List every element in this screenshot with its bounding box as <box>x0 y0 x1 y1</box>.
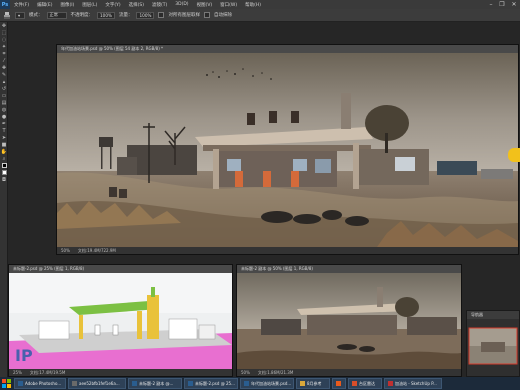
opacity-field[interactable]: 100% <box>97 11 115 19</box>
watermark-logo: IP <box>15 346 33 365</box>
sketch-document-tab[interactable]: 未标题-2.psd @ 25% (图层 1, RGB/8) <box>9 265 232 273</box>
eraser-tool-icon[interactable]: ▭ <box>0 92 8 99</box>
hand-tool-icon[interactable]: ✋ <box>0 148 8 155</box>
navigator-panel: 导航器 <box>466 310 520 377</box>
copy-document-window[interactable]: 未标题-2 副本 @ 50% (图层 1, RGB/8) 50% 文档:1.86… <box>236 264 462 377</box>
healing-tool-icon[interactable]: ✚ <box>0 64 8 71</box>
shape-tool-icon[interactable]: ■ <box>0 141 8 148</box>
main-document-zoom[interactable]: 50% <box>61 248 70 253</box>
main-document-info: 文档:19.4M/722.9M <box>77 247 116 253</box>
taskbar-item-main-doc[interactable]: 年代加油站场景.psd... <box>240 378 294 389</box>
pen-tool-icon[interactable]: ✒ <box>0 120 8 127</box>
history-brush-tool-icon[interactable]: ↺ <box>0 85 8 92</box>
app-icon <box>336 381 341 386</box>
navigator-title[interactable]: 导航器 <box>467 311 519 319</box>
photoshop-icon <box>18 381 23 386</box>
sketchup-icon <box>388 381 393 386</box>
eyedropper-tool-icon[interactable]: ⁄ <box>0 57 8 64</box>
menu-edit[interactable]: 编辑(E) <box>33 2 56 8</box>
copy-document-status-bar: 50% 文档:1.86M/21.3M <box>237 369 461 376</box>
sample-all-label: 对所有图层取样 <box>168 13 200 18</box>
taskbar-item-app[interactable] <box>332 378 346 389</box>
gas-station-painting[interactable] <box>57 53 518 247</box>
restore-icon[interactable]: ❐ <box>497 0 507 9</box>
opacity-label: 不透明度： <box>70 13 94 18</box>
background-color-icon[interactable] <box>0 169 8 176</box>
sketch-document-window[interactable]: 未标题-2.psd @ 25% (图层 1, RGB/8) IP 25% 文档:… <box>8 264 233 377</box>
marquee-tool-icon[interactable]: ⬚ <box>0 29 8 36</box>
close-icon[interactable]: ✕ <box>509 0 519 9</box>
foreground-color-icon[interactable] <box>0 162 8 169</box>
mode-select[interactable]: 正常 <box>46 11 67 19</box>
crop-tool-icon[interactable]: ⌗ <box>0 50 8 57</box>
radar-icon <box>352 381 357 386</box>
brush-size-picker[interactable]: ▾ <box>15 11 25 19</box>
menu-window[interactable]: 窗口(W) <box>216 2 241 8</box>
photoshop-icon <box>132 381 137 386</box>
menu-bar: Ps 文件(F) 编辑(E) 图像(I) 图层(L) 文字(Y) 选择(S) 滤… <box>0 0 520 9</box>
menu-filter[interactable]: 滤镜(T) <box>148 2 171 8</box>
sample-all-checkbox[interactable] <box>158 12 165 18</box>
navigator-thumbnail[interactable] <box>467 322 519 372</box>
taskbar-item-sketch-doc[interactable]: 未标题-2.psd @ 25... <box>184 378 238 389</box>
taskbar: Adobe Photosho... aee52bfb1fef1e6a... 未标… <box>0 377 520 390</box>
dodge-tool-icon[interactable]: ● <box>0 113 8 120</box>
taskbar-item-image[interactable]: aee52bfb1fef1e6a... <box>68 378 126 389</box>
auto-erase-checkbox[interactable] <box>203 12 210 18</box>
tools-panel: ✥ ⬚ ◌ ✦ ⌗ ⁄ ✚ ✎ ▴ ↺ ▭ ▤ ◍ ● ✒ T ➤ ■ ✋ ⌕ … <box>0 22 8 377</box>
stamp-tool-icon[interactable] <box>2 11 11 20</box>
folder-icon <box>300 381 305 386</box>
taskbar-item-radar[interactable]: 台区雷达 <box>348 378 382 389</box>
quick-mask-icon[interactable]: ◘ <box>0 176 8 183</box>
start-button[interactable] <box>0 378 12 389</box>
main-document-window[interactable]: 年代加油站场景.psd @ 50% (图层 54 副本 2, RGB/8) * <box>56 44 519 255</box>
copy-painting-view[interactable] <box>237 273 461 369</box>
photoshop-logo-icon: Ps <box>0 0 10 9</box>
minimize-icon[interactable]: – <box>486 0 496 9</box>
menu-3d[interactable]: 3D(D) <box>171 2 192 7</box>
flow-label: 流量： <box>118 13 133 18</box>
taskbar-item-photoshop[interactable]: Adobe Photosho... <box>14 378 66 389</box>
sketch-document-status-bar: 25% 文档:17.4M/19.5M <box>9 369 232 376</box>
menu-view[interactable]: 视图(V) <box>193 2 217 8</box>
taskbar-item-folder[interactable]: 8月参考 <box>296 378 330 389</box>
clone-stamp-tool-icon[interactable]: ▴ <box>0 78 8 85</box>
lasso-tool-icon[interactable]: ◌ <box>0 36 8 43</box>
path-select-tool-icon[interactable]: ➤ <box>0 134 8 141</box>
photoshop-icon <box>188 381 193 386</box>
sketch-document-info: 文档:17.4M/19.5M <box>29 369 66 375</box>
main-document-tab[interactable]: 年代加油站场景.psd @ 50% (图层 54 副本 2, RGB/8) * <box>57 45 518 53</box>
copy-document-zoom[interactable]: 50% <box>241 370 250 375</box>
menu-help[interactable]: 帮助(H) <box>241 2 265 8</box>
copy-document-tab[interactable]: 未标题-2 副本 @ 50% (图层 1, RGB/8) <box>237 265 461 273</box>
taskbar-item-sketchup[interactable]: 加油站 - SketchUp P... <box>384 378 442 389</box>
menu-select[interactable]: 选择(S) <box>125 2 148 8</box>
main-document-status-bar: 50% 文档:19.4M/722.9M <box>57 247 518 254</box>
photoshop-icon <box>244 381 249 386</box>
taskbar-item-copy-doc[interactable]: 未标题-2 副本 @... <box>128 378 182 389</box>
mode-label: 模式： <box>29 13 43 18</box>
options-bar: ▾ 模式： 正常 不透明度： 100% 流量： 100% 对所有图层取样 自动抹… <box>0 9 520 22</box>
gradient-tool-icon[interactable]: ▤ <box>0 99 8 106</box>
menu-layer[interactable]: 图层(L) <box>78 2 101 8</box>
flow-field[interactable]: 100% <box>136 11 155 19</box>
menu-file[interactable]: 文件(F) <box>10 2 33 8</box>
blur-tool-icon[interactable]: ◍ <box>0 106 8 113</box>
brush-tool-icon[interactable]: ✎ <box>0 71 8 78</box>
copy-document-info: 文档:1.86M/21.3M <box>257 369 294 375</box>
sketchup-model-view[interactable]: IP <box>9 273 232 369</box>
image-file-icon <box>72 381 77 386</box>
cursor-highlight-icon <box>508 148 520 162</box>
magic-wand-tool-icon[interactable]: ✦ <box>0 43 8 50</box>
auto-erase-label: 自动抹除 <box>213 13 232 18</box>
zoom-tool-icon[interactable]: ⌕ <box>0 155 8 162</box>
menu-image[interactable]: 图像(I) <box>56 2 78 8</box>
sketch-document-zoom[interactable]: 25% <box>13 370 22 375</box>
type-tool-icon[interactable]: T <box>0 127 8 134</box>
move-tool-icon[interactable]: ✥ <box>0 22 8 29</box>
menu-type[interactable]: 文字(Y) <box>101 2 124 8</box>
